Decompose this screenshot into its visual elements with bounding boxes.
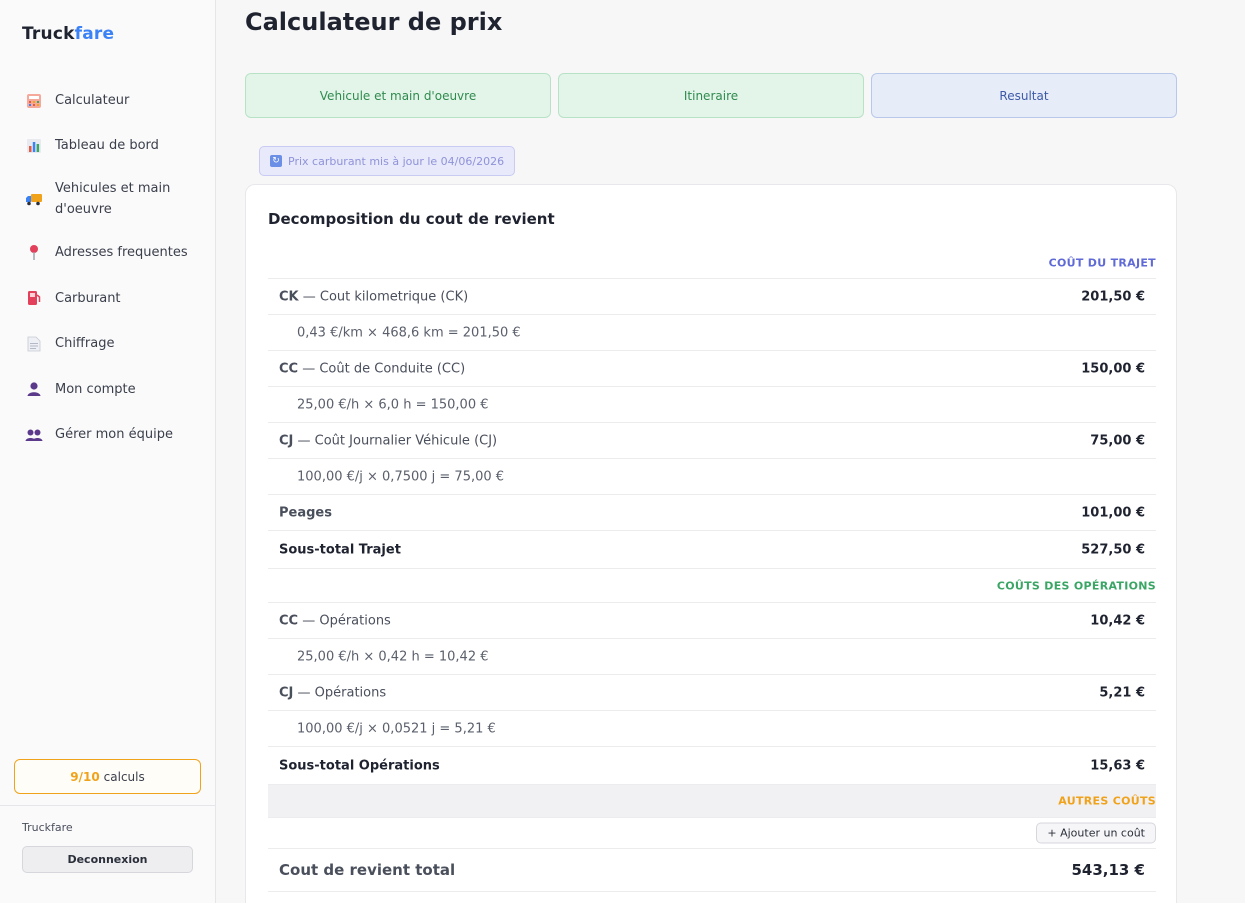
cost-table: COÛT DU TRAJET CK — Cout kilometrique (C…: [268, 247, 1156, 892]
section-label: COÛT DU TRAJET: [1048, 256, 1156, 269]
account-name: Truckfare: [22, 821, 73, 834]
cost-row-peages: Peages 101,00 €: [268, 495, 1156, 531]
cost-formula: 100,00 €/j × 0,0521 j = 5,21 €: [297, 721, 496, 736]
cost-value: 150,00 €: [1081, 361, 1145, 376]
cost-detail-cj: 100,00 €/j × 0,7500 j = 75,00 €: [268, 459, 1156, 495]
cost-breakdown-card: Decomposition du cout de revient COÛT DU…: [245, 184, 1177, 903]
cost-row-cc: CC — Coût de Conduite (CC) 150,00 €: [268, 351, 1156, 387]
fuel-price-badge: ↻ Prix carburant mis à jour le 04/06/202…: [259, 146, 516, 176]
cost-detail-ck: 0,43 €/km × 468,6 km = 201,50 €: [268, 315, 1156, 351]
sidebar-item-label: Calculateur: [55, 93, 130, 108]
sidebar: Truckfare Calculateur Tableau de bord Ve…: [0, 0, 216, 903]
step-itineraire[interactable]: Itineraire: [558, 73, 864, 118]
sidebar-item-label: Vehicules et main d'oeuvre: [55, 181, 171, 217]
sidebar-item-label: Gérer mon équipe: [55, 427, 173, 442]
cost-value: 5,21 €: [1099, 685, 1145, 700]
sidebar-item-label: Tableau de bord: [55, 138, 159, 153]
cost-detail-cj-operations: 100,00 €/j × 0,0521 j = 5,21 €: [268, 711, 1156, 747]
page-title: Calculateur de prix: [245, 8, 503, 36]
truck-icon: [24, 189, 44, 209]
cost-row-cj: CJ — Coût Journalier Véhicule (CJ) 75,00…: [268, 423, 1156, 459]
sidebar-item-tableau-de-bord[interactable]: Tableau de bord: [0, 123, 216, 168]
card-title: Decomposition du cout de revient: [268, 210, 555, 228]
cost-label: Peages: [279, 505, 332, 520]
brand-logo[interactable]: Truckfare: [22, 24, 114, 44]
section-label: COÛTS DES OPÉRATIONS: [996, 579, 1156, 592]
fuel-price-text: Prix carburant mis à jour le 04/06/2026: [288, 154, 505, 168]
step-resultat[interactable]: Resultat: [871, 73, 1177, 118]
fuel-pump-icon: [24, 288, 44, 308]
section-header-trajet: COÛT DU TRAJET: [268, 247, 1156, 279]
refresh-icon: ↻: [270, 155, 282, 167]
cost-value: 201,50 €: [1081, 289, 1145, 304]
total-label: Cout de revient total: [279, 861, 456, 879]
cost-row-cc-operations: CC — Opérations 10,42 €: [268, 603, 1156, 639]
cost-label: CC — Opérations: [279, 613, 391, 628]
sidebar-item-chiffrage[interactable]: Chiffrage: [0, 321, 216, 366]
subtotal-label: Sous-total Opérations: [279, 758, 440, 773]
cost-label: CK — Cout kilometrique (CK): [279, 289, 469, 304]
cost-label: CJ — Opérations: [279, 685, 387, 700]
cost-label: CC — Coût de Conduite (CC): [279, 361, 466, 376]
sidebar-nav: Calculateur Tableau de bord Vehicules et…: [0, 78, 216, 457]
sidebar-item-mon-compte[interactable]: Mon compte: [0, 366, 216, 412]
total-cost-row: Cout de revient total 543,13 €: [268, 849, 1156, 892]
user-icon: [24, 379, 44, 399]
stepper: Vehicule et main d'oeuvre Itineraire Res…: [245, 73, 1177, 118]
calculator-icon: [24, 91, 44, 111]
subtotal-label: Sous-total Trajet: [279, 542, 401, 557]
calc-quota-badge[interactable]: 9/10 calculs: [14, 759, 201, 794]
sidebar-item-vehicules[interactable]: Vehicules et main d'oeuvre: [0, 168, 216, 230]
cost-label: CJ — Coût Journalier Véhicule (CJ): [279, 433, 498, 448]
cost-formula: 25,00 €/h × 6,0 h = 150,00 €: [297, 397, 489, 412]
cost-formula: 0,43 €/km × 468,6 km = 201,50 €: [297, 325, 521, 340]
sidebar-item-carburant[interactable]: Carburant: [0, 275, 216, 321]
section-header-operations: COÛTS DES OPÉRATIONS: [268, 569, 1156, 603]
sidebar-item-label: Chiffrage: [55, 336, 115, 351]
add-cost-row: + Ajouter un coût: [268, 818, 1156, 849]
subtotal-value: 15,63 €: [1090, 758, 1145, 773]
section-header-autres: AUTRES COÛTS: [268, 785, 1156, 818]
sidebar-item-adresses[interactable]: Adresses frequentes: [0, 230, 216, 275]
cost-detail-cc: 25,00 €/h × 6,0 h = 150,00 €: [268, 387, 1156, 423]
cost-row-ck: CK — Cout kilometrique (CK) 201,50 €: [268, 279, 1156, 315]
cost-formula: 100,00 €/j × 0,7500 j = 75,00 €: [297, 469, 505, 484]
step-vehicule[interactable]: Vehicule et main d'oeuvre: [245, 73, 551, 118]
subtotal-value: 527,50 €: [1081, 542, 1145, 557]
quota-count: 9/10: [70, 769, 100, 784]
cost-detail-cc-operations: 25,00 €/h × 0,42 h = 10,42 €: [268, 639, 1156, 675]
cost-value: 101,00 €: [1081, 505, 1145, 520]
pin-icon: [24, 243, 44, 263]
sidebar-item-calculateur[interactable]: Calculateur: [0, 78, 216, 123]
bar-chart-icon: [24, 136, 44, 156]
document-icon: [24, 334, 44, 354]
subtotal-trajet: Sous-total Trajet 527,50 €: [268, 531, 1156, 569]
logout-button[interactable]: Deconnexion: [22, 846, 193, 873]
total-value: 543,13 €: [1071, 861, 1145, 879]
cost-row-cj-operations: CJ — Opérations 5,21 €: [268, 675, 1156, 711]
sidebar-item-label: Mon compte: [55, 381, 136, 397]
cost-value: 10,42 €: [1090, 613, 1145, 628]
sidebar-item-gerer-equipe[interactable]: Gérer mon équipe: [0, 412, 216, 457]
add-cost-button[interactable]: + Ajouter un coût: [1036, 822, 1156, 844]
cost-formula: 25,00 €/h × 0,42 h = 10,42 €: [297, 649, 489, 664]
quota-label: calculs: [103, 769, 145, 784]
section-label: AUTRES COÛTS: [1058, 794, 1156, 808]
team-icon: [24, 425, 44, 445]
sidebar-item-label: Carburant: [55, 290, 121, 306]
sidebar-item-label: Adresses frequentes: [55, 245, 188, 260]
cost-value: 75,00 €: [1090, 433, 1145, 448]
sidebar-divider: [0, 805, 215, 806]
subtotal-operations: Sous-total Opérations 15,63 €: [268, 747, 1156, 785]
